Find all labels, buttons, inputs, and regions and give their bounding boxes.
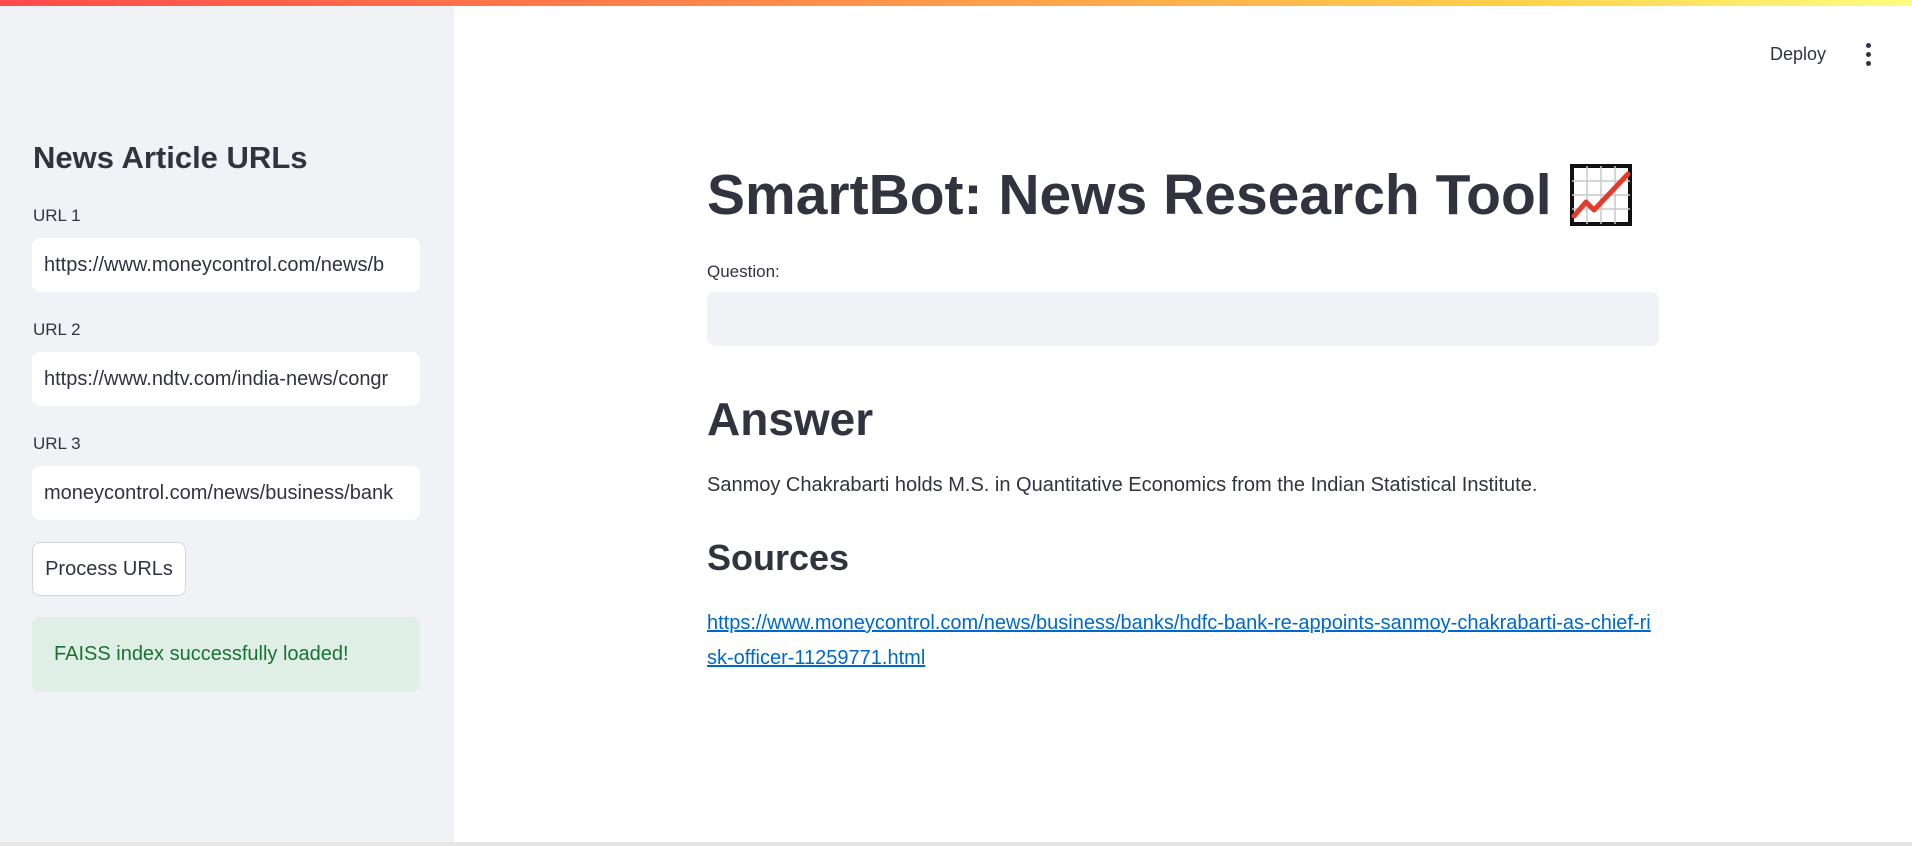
question-input[interactable]: [707, 292, 1659, 346]
status-success-text: FAISS index successfully loaded!: [54, 643, 349, 665]
url-1-input[interactable]: [32, 238, 420, 292]
status-success-message: FAISS index successfully loaded!: [32, 617, 420, 692]
deploy-button[interactable]: Deploy: [1762, 38, 1834, 70]
page-title: SmartBot: News Research Tool: [707, 162, 1632, 228]
kebab-menu-icon[interactable]: [1858, 40, 1878, 68]
url-2-label: URL 2: [33, 320, 81, 339]
page-title-text: SmartBot: News Research Tool: [707, 163, 1552, 227]
url-3-input[interactable]: [32, 466, 420, 520]
answer-text: Sanmoy Chakrabarti holds M.S. in Quantit…: [707, 474, 1538, 496]
url-2-input[interactable]: [32, 352, 420, 406]
top-decoration-bar: [0, 0, 1912, 6]
url-1-label: URL 1: [33, 206, 81, 225]
source-link[interactable]: https://www.moneycontrol.com/news/busine…: [707, 606, 1657, 676]
question-label: Question:: [707, 262, 780, 281]
url-3-label: URL 3: [33, 434, 81, 453]
chart-increasing-icon: [1569, 164, 1632, 226]
process-urls-button[interactable]: Process URLs: [32, 542, 186, 596]
bottom-scrollbar: [0, 842, 1912, 846]
sidebar-heading: News Article URLs: [33, 140, 308, 175]
sidebar: News Article URLs URL 1 URL 2 URL 3 Proc…: [0, 0, 454, 846]
sources-heading: Sources: [707, 537, 850, 578]
answer-heading: Answer: [707, 393, 874, 445]
